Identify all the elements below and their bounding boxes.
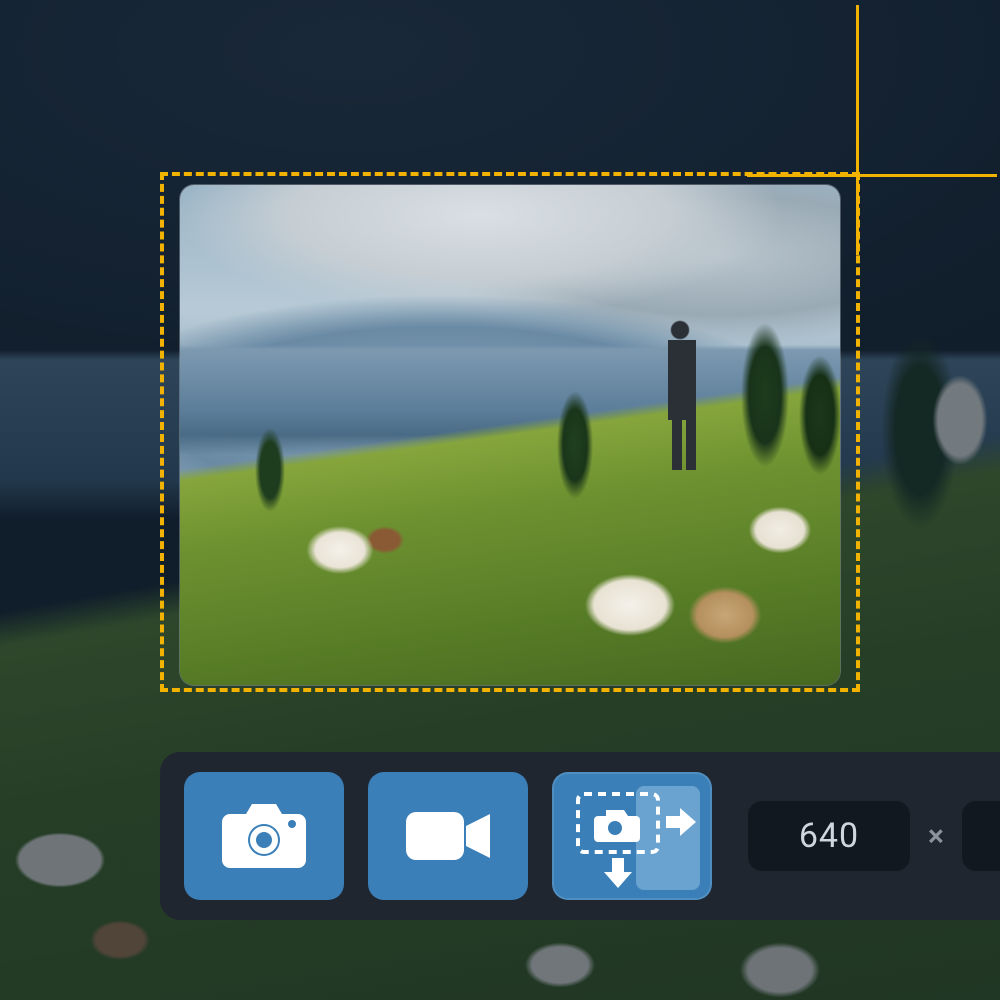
record-video-button[interactable] — [368, 772, 528, 900]
selection-width-field[interactable]: 640 — [748, 801, 910, 871]
screenshot-save-button[interactable] — [552, 772, 712, 900]
dimension-separator: × — [928, 819, 944, 854]
camera-icon — [218, 800, 310, 872]
capture-toolbar: 640 × 36 — [160, 752, 1000, 920]
selection-height-field[interactable]: 36 — [962, 801, 1000, 871]
screenshot-button[interactable] — [184, 772, 344, 900]
selection-size: 640 × 36 — [748, 801, 1000, 871]
selection-preview — [180, 185, 840, 685]
video-camera-icon — [400, 804, 496, 868]
screenshot-save-icon — [562, 780, 702, 892]
